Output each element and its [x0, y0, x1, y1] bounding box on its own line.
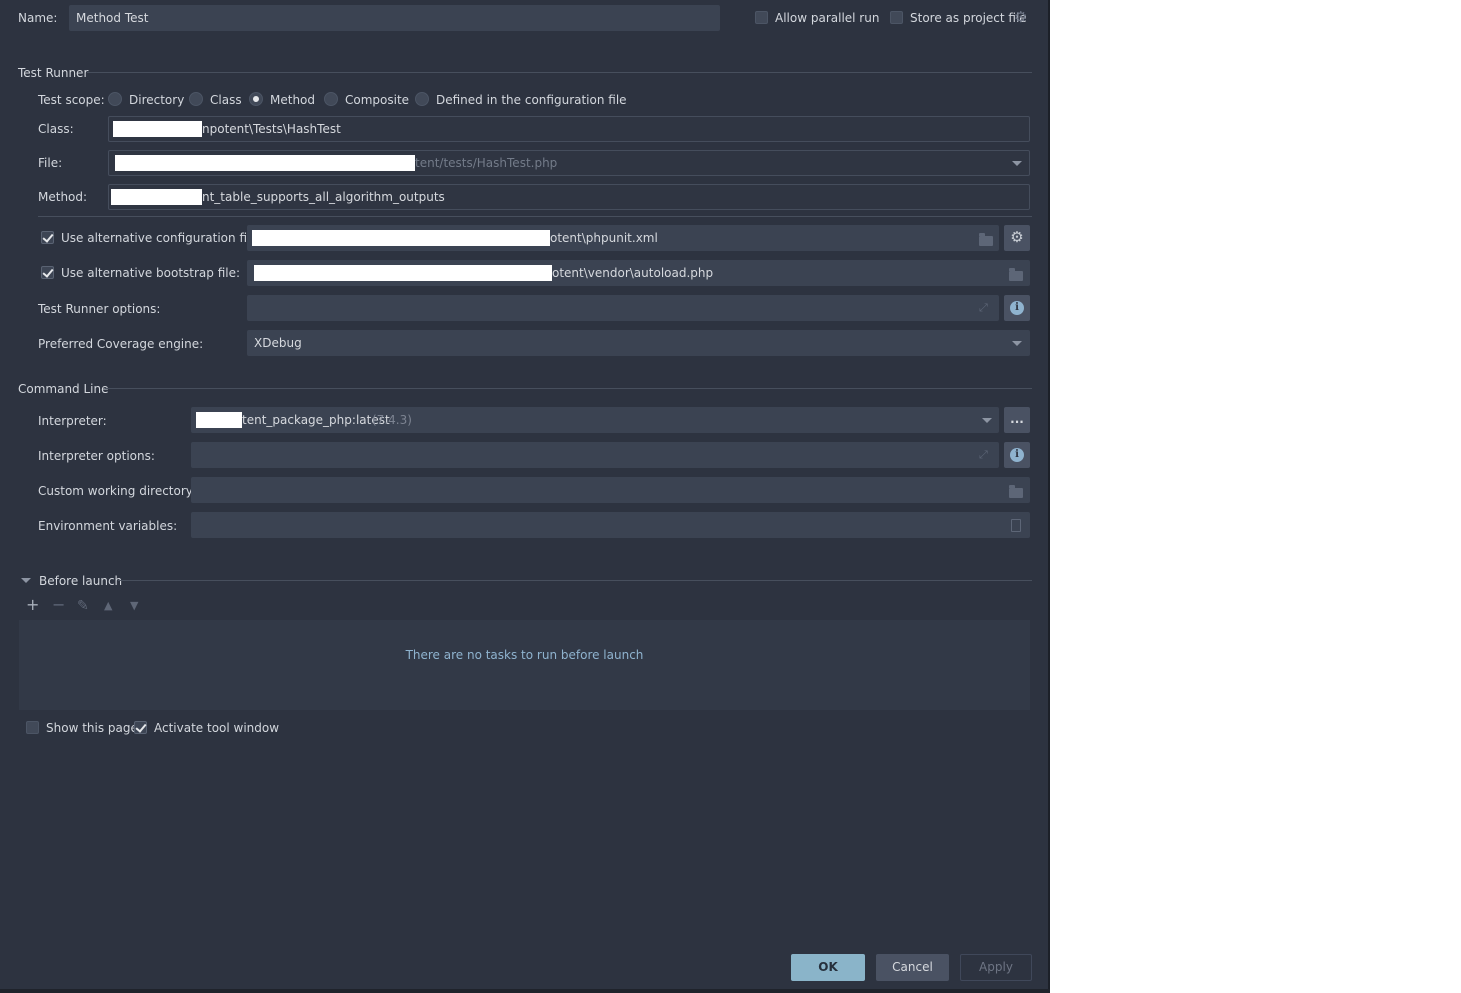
alt-config-input-value: otent\phpunit.xml: [550, 231, 658, 245]
alt-config-label[interactable]: Use alternative configuration file:: [61, 230, 262, 246]
expand-icon[interactable]: ⤢: [979, 449, 988, 461]
file-label: File:: [38, 156, 63, 170]
pencil-icon[interactable]: ✎: [77, 599, 89, 613]
folder-icon[interactable]: [1009, 268, 1023, 281]
arrow-down-icon[interactable]: ▼: [130, 599, 138, 613]
scope-config-file-label[interactable]: Defined in the configuration file: [436, 92, 627, 108]
scope-method-label[interactable]: Method: [270, 92, 315, 108]
before-launch-section-title[interactable]: Before launch: [39, 573, 122, 589]
store-project-checkbox[interactable]: [890, 11, 903, 24]
redacted-block: [115, 155, 415, 171]
info-icon: i: [1010, 448, 1024, 462]
gear-icon[interactable]: ⚙: [1014, 9, 1027, 25]
interpreter-select[interactable]: tent_package_php:latest (7.4.3): [191, 407, 999, 433]
expand-icon[interactable]: ⤢: [979, 302, 988, 314]
section-divider: [118, 580, 1032, 581]
coverage-engine-select[interactable]: XDebug: [247, 330, 1030, 356]
class-input[interactable]: npotent\Tests\HashTest: [108, 116, 1030, 142]
window-edge: [1048, 0, 1050, 993]
env-vars-label: Environment variables:: [38, 519, 178, 533]
before-launch-task-list[interactable]: There are no tasks to run before launch: [19, 620, 1030, 710]
window-bottom-edge: [0, 989, 1050, 993]
redacted-block: [111, 189, 202, 205]
working-dir-label: Custom working directory:: [38, 484, 197, 498]
interpreter-options-info-button[interactable]: i: [1004, 442, 1030, 468]
section-divider: [87, 72, 1032, 73]
scope-class-label[interactable]: Class: [210, 92, 242, 108]
test-runner-section-title: Test Runner: [18, 66, 89, 80]
allow-parallel-label[interactable]: Allow parallel run: [775, 10, 879, 26]
coverage-engine-value: XDebug: [254, 336, 302, 350]
runner-options-input[interactable]: ⤢: [247, 295, 999, 321]
minus-icon[interactable]: −: [52, 597, 65, 613]
name-label: Name:: [18, 11, 58, 25]
plus-icon[interactable]: +: [26, 597, 39, 613]
redacted-block: [196, 412, 242, 428]
interpreter-options-label: Interpreter options:: [38, 449, 155, 463]
redacted-block: [252, 230, 550, 246]
chevron-down-icon[interactable]: [1012, 341, 1022, 346]
alt-bootstrap-input[interactable]: otent\vendor\autoload.php: [247, 260, 1030, 286]
runner-options-info-button[interactable]: i: [1004, 295, 1030, 321]
folder-icon[interactable]: [979, 233, 993, 246]
config-settings-button[interactable]: ⚙: [1004, 225, 1030, 251]
arrow-up-icon[interactable]: ▲: [104, 599, 112, 613]
show-page-checkbox[interactable]: [26, 721, 39, 734]
alt-bootstrap-input-value: otent\vendor\autoload.php: [552, 266, 714, 280]
method-input-value: nt_table_supports_all_algorithm_outputs: [202, 190, 445, 204]
alt-bootstrap-label[interactable]: Use alternative bootstrap file:: [61, 265, 240, 281]
chevron-down-icon[interactable]: [21, 578, 31, 583]
class-input-value: npotent\Tests\HashTest: [202, 122, 341, 136]
empty-tasks-message: There are no tasks to run before launch: [405, 648, 644, 662]
coverage-engine-label: Preferred Coverage engine:: [38, 337, 204, 351]
class-label: Class:: [38, 122, 74, 136]
scope-composite-radio[interactable]: [324, 92, 338, 106]
scope-config-file-radio[interactable]: [415, 92, 429, 106]
section-divider: [105, 388, 1032, 389]
allow-parallel-checkbox[interactable]: [755, 11, 768, 24]
scope-composite-label[interactable]: Composite: [345, 92, 409, 108]
file-combobox[interactable]: tent/tests/HashTest.php: [108, 150, 1030, 176]
alt-bootstrap-checkbox[interactable]: [41, 266, 54, 279]
interpreter-value: tent_package_php:latest: [242, 413, 390, 427]
info-icon: i: [1010, 301, 1024, 315]
file-combobox-value: tent/tests/HashTest.php: [415, 156, 558, 170]
chevron-down-icon[interactable]: [982, 418, 992, 423]
interpreter-options-input[interactable]: ⤢: [191, 442, 999, 468]
working-dir-input[interactable]: [191, 477, 1030, 503]
scope-directory-label[interactable]: Directory: [129, 92, 184, 108]
run-configuration-dialog: Name: Method Test Allow parallel run Sto…: [0, 0, 1048, 993]
scope-class-radio[interactable]: [189, 92, 203, 106]
name-input-value: Method Test: [76, 11, 149, 25]
activate-tool-checkbox[interactable]: [134, 721, 147, 734]
folder-icon[interactable]: [1009, 485, 1023, 498]
name-input[interactable]: Method Test: [69, 5, 720, 31]
redacted-block: [113, 121, 202, 137]
alt-config-checkbox[interactable]: [41, 231, 54, 244]
apply-button[interactable]: Apply: [960, 954, 1032, 981]
ok-button[interactable]: OK: [791, 954, 865, 981]
interpreter-browse-button[interactable]: ...: [1004, 407, 1030, 433]
env-vars-input[interactable]: [191, 512, 1030, 538]
section-divider: [38, 216, 1032, 217]
test-scope-label: Test scope:: [38, 93, 105, 107]
gear-icon: ⚙: [1010, 228, 1024, 246]
alt-config-input[interactable]: otent\phpunit.xml: [247, 225, 999, 251]
command-line-section-title: Command Line: [18, 382, 109, 396]
scope-method-radio[interactable]: [249, 92, 263, 106]
scope-directory-radio[interactable]: [108, 92, 122, 106]
interpreter-label: Interpreter:: [38, 414, 107, 428]
cancel-button[interactable]: Cancel: [876, 954, 949, 981]
method-input[interactable]: nt_table_supports_all_algorithm_outputs: [108, 184, 1030, 210]
chevron-down-icon[interactable]: [1012, 161, 1022, 166]
method-label: Method:: [38, 190, 88, 204]
redacted-block: [254, 265, 552, 281]
store-project-label[interactable]: Store as project file: [910, 10, 1027, 26]
clipboard-icon[interactable]: [1011, 519, 1021, 532]
activate-tool-label[interactable]: Activate tool window: [154, 720, 279, 736]
runner-options-label: Test Runner options:: [38, 302, 161, 316]
interpreter-version: (7.4.3): [372, 413, 412, 427]
show-page-label[interactable]: Show this page: [46, 720, 138, 736]
